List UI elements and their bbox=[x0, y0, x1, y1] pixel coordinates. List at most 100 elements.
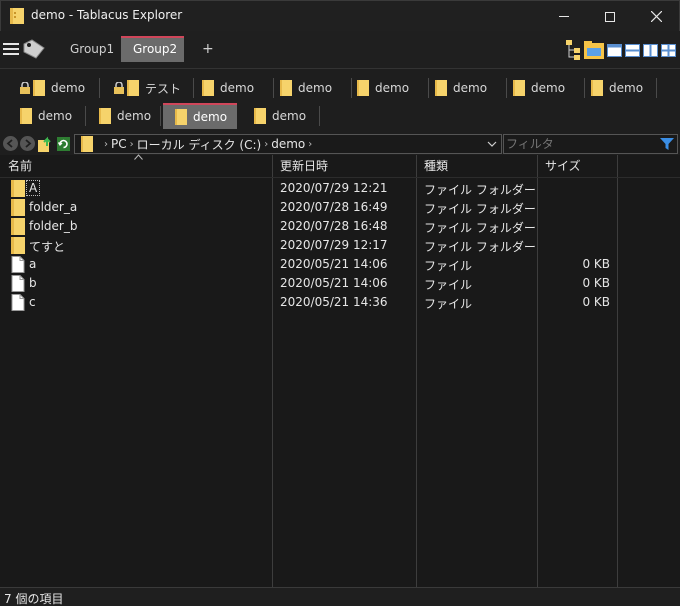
address-bar[interactable]: › PC › ローカル ディスク (C:) › demo › bbox=[74, 134, 502, 154]
folder-tab[interactable]: テスト bbox=[114, 75, 194, 101]
breadcrumb-separator: › bbox=[129, 138, 134, 150]
tree-view-icon[interactable] bbox=[565, 39, 581, 61]
tab-label: テスト bbox=[145, 81, 182, 96]
folder-tab-active[interactable]: demo bbox=[163, 103, 237, 129]
filter-box[interactable] bbox=[503, 134, 678, 154]
tab-separator bbox=[160, 106, 161, 126]
list-item[interactable]: folder_b 2020/07/28 16:48 ファイル フォルダー bbox=[0, 217, 680, 236]
item-date: 2020/05/21 14:36 bbox=[280, 295, 388, 309]
filter-input[interactable] bbox=[506, 137, 656, 151]
folder-icon bbox=[591, 80, 603, 96]
tab-label: demo bbox=[220, 81, 255, 95]
tab-separator bbox=[506, 78, 507, 98]
folder-icon bbox=[11, 218, 25, 235]
folder-icon bbox=[20, 108, 32, 124]
folder-icon bbox=[99, 108, 111, 124]
column-header-name[interactable]: 名前 bbox=[0, 155, 272, 177]
folder-tab[interactable]: demo bbox=[99, 103, 161, 129]
tab-separator bbox=[656, 78, 657, 98]
single-pane-icon[interactable] bbox=[607, 43, 622, 57]
filter-icon[interactable] bbox=[660, 138, 674, 151]
tab-label: demo bbox=[375, 81, 410, 95]
close-button[interactable] bbox=[633, 1, 679, 32]
minimize-button[interactable] bbox=[541, 1, 587, 32]
item-type: ファイル フォルダー bbox=[424, 183, 536, 197]
tab-separator bbox=[99, 78, 100, 98]
breadcrumb-pc[interactable]: PC bbox=[111, 137, 127, 151]
folder-tab[interactable]: demo bbox=[357, 75, 429, 101]
breadcrumb-separator: › bbox=[104, 138, 108, 150]
folder-icon bbox=[11, 199, 25, 216]
item-type: ファイル bbox=[424, 297, 473, 311]
folder-tab[interactable]: demo bbox=[254, 103, 320, 129]
quad-split-icon[interactable] bbox=[661, 43, 676, 57]
window-title: demo - Tablacus Explorer bbox=[31, 8, 183, 22]
folder-icon bbox=[435, 80, 447, 96]
tab-label: demo bbox=[298, 81, 333, 95]
file-icon bbox=[11, 294, 25, 311]
maximize-button[interactable] bbox=[587, 1, 633, 32]
file-list[interactable]: 名前 更新日時 種類 サイズ A 2020/07/29 12:21 ファイル フ… bbox=[0, 154, 680, 587]
maximize-icon bbox=[605, 11, 615, 22]
chevron-down-icon[interactable] bbox=[486, 138, 498, 150]
item-size: 0 KB bbox=[582, 276, 610, 290]
column-header-size[interactable]: サイズ bbox=[537, 155, 617, 177]
tab-label: demo bbox=[609, 81, 644, 95]
item-type: ファイル bbox=[424, 259, 473, 273]
vertical-split-icon[interactable] bbox=[643, 43, 658, 57]
folder-tab[interactable]: demo bbox=[20, 103, 86, 129]
group-tab-2[interactable]: Group2 bbox=[121, 36, 184, 62]
column-header-date[interactable]: 更新日時 bbox=[272, 155, 416, 177]
tab-label: demo bbox=[272, 109, 307, 123]
folder-pane-icon[interactable] bbox=[584, 41, 604, 59]
item-size: 0 KB bbox=[582, 257, 610, 271]
folder-tab[interactable]: demo bbox=[435, 75, 507, 101]
folder-icon bbox=[202, 80, 214, 96]
tab-separator bbox=[273, 78, 274, 98]
item-type: ファイル フォルダー bbox=[424, 202, 536, 216]
item-type: ファイル フォルダー bbox=[424, 221, 536, 235]
menu-icon[interactable] bbox=[3, 41, 19, 57]
item-date: 2020/07/29 12:17 bbox=[280, 238, 388, 252]
breadcrumb-folder[interactable]: demo bbox=[271, 137, 305, 151]
item-type: ファイル bbox=[424, 278, 473, 292]
title-bar[interactable]: demo - Tablacus Explorer bbox=[0, 0, 680, 31]
group-tab-1[interactable]: Group1 bbox=[58, 36, 120, 62]
folder-icon bbox=[357, 80, 369, 96]
folder-tab[interactable]: demo bbox=[280, 75, 352, 101]
item-name: b bbox=[29, 276, 37, 290]
item-size: 0 KB bbox=[582, 295, 610, 309]
list-item[interactable]: A 2020/07/29 12:21 ファイル フォルダー bbox=[0, 179, 680, 198]
item-date: 2020/07/28 16:49 bbox=[280, 200, 388, 214]
item-type: ファイル フォルダー bbox=[424, 240, 536, 254]
view-toolbar bbox=[565, 39, 676, 61]
folder-tab[interactable]: demo bbox=[202, 75, 274, 101]
item-name: a bbox=[29, 257, 37, 271]
list-item[interactable]: てすと 2020/07/29 12:17 ファイル フォルダー bbox=[0, 236, 680, 255]
folder-icon bbox=[33, 80, 45, 96]
refresh-icon[interactable] bbox=[57, 137, 70, 151]
folder-icon bbox=[81, 136, 93, 152]
tag-icon[interactable] bbox=[22, 38, 46, 60]
column-header-type[interactable]: 種類 bbox=[416, 155, 537, 177]
list-item[interactable]: folder_a 2020/07/28 16:49 ファイル フォルダー bbox=[0, 198, 680, 217]
minimize-icon bbox=[559, 16, 569, 17]
folder-tab[interactable]: demo bbox=[591, 75, 657, 101]
breadcrumb-drive[interactable]: ローカル ディスク (C:) bbox=[137, 136, 262, 153]
item-name: folder_b bbox=[29, 219, 78, 233]
list-item[interactable]: a 2020/05/21 14:06 ファイル 0 KB bbox=[0, 255, 680, 274]
back-button[interactable] bbox=[3, 136, 18, 151]
list-item[interactable]: c 2020/05/21 14:36 ファイル 0 KB bbox=[0, 293, 680, 312]
forward-button[interactable] bbox=[20, 136, 35, 151]
item-date: 2020/07/29 12:21 bbox=[280, 181, 388, 195]
list-item[interactable]: b 2020/05/21 14:06 ファイル 0 KB bbox=[0, 274, 680, 293]
item-date: 2020/05/21 14:06 bbox=[280, 276, 388, 290]
up-folder-icon[interactable] bbox=[38, 136, 53, 152]
folder-icon bbox=[11, 180, 25, 197]
item-name: A bbox=[25, 180, 41, 196]
add-group-button[interactable]: + bbox=[190, 36, 218, 62]
horizontal-split-icon[interactable] bbox=[625, 43, 640, 57]
folder-tab[interactable]: demo bbox=[20, 75, 100, 101]
file-icon bbox=[11, 256, 25, 273]
folder-tab[interactable]: demo bbox=[513, 75, 585, 101]
